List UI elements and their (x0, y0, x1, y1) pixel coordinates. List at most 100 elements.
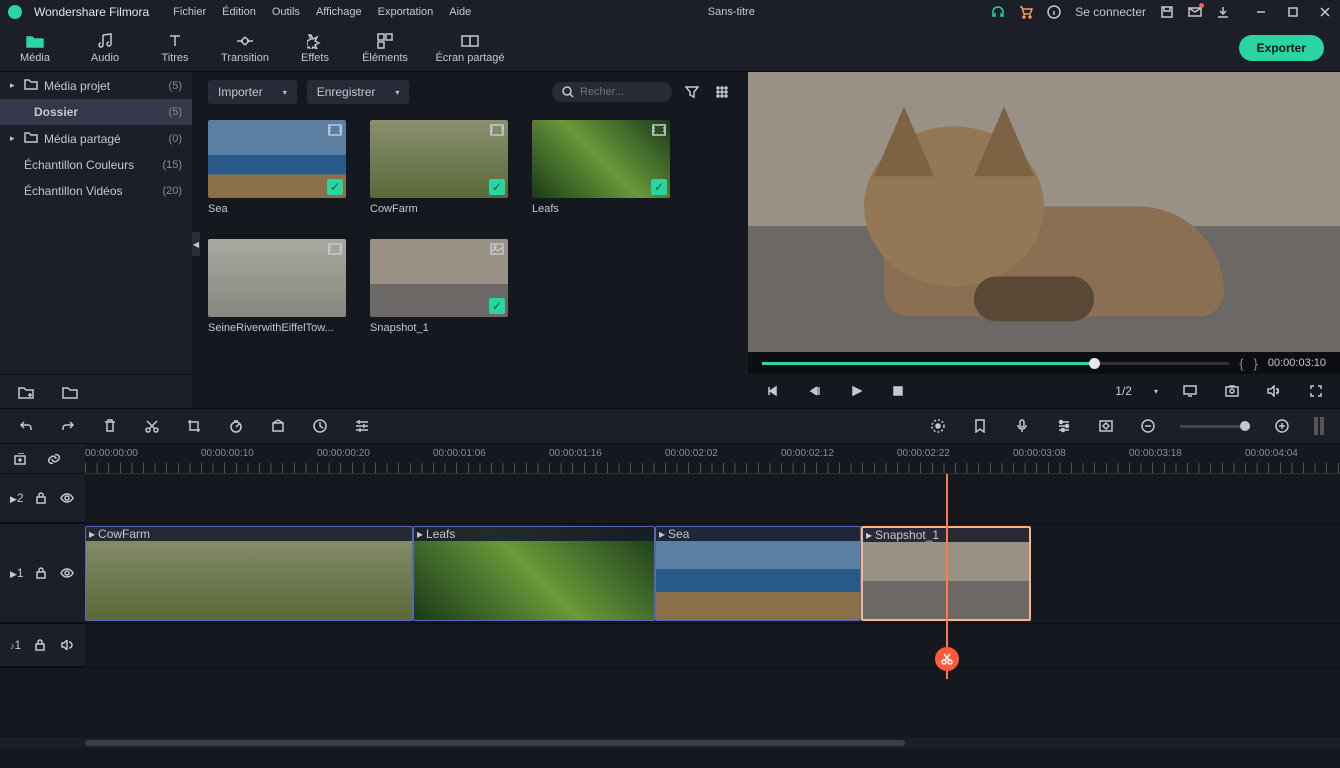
record-dropdown[interactable]: Enregistrer▾ (307, 80, 410, 104)
add-track-icon[interactable] (10, 449, 30, 469)
sidebar-item[interactable]: Échantillon Vidéos(20) (0, 178, 192, 204)
sidebar-item[interactable]: Dossier(5) (0, 99, 192, 125)
redo-button[interactable] (58, 416, 78, 436)
tab-titles[interactable]: Titres (140, 28, 210, 68)
mark-in-icon[interactable]: { (1239, 356, 1243, 371)
cut-button[interactable] (142, 416, 162, 436)
play-reverse-button[interactable] (804, 381, 824, 401)
timeline-clip[interactable]: ▸CowFarm (85, 526, 413, 621)
undo-button[interactable] (16, 416, 36, 436)
voiceover-button[interactable] (1012, 416, 1032, 436)
fullscreen-icon[interactable] (1306, 381, 1326, 401)
delete-button[interactable] (100, 416, 120, 436)
timeline-clip[interactable]: ▸Snapshot_1 (861, 526, 1031, 621)
menu-export[interactable]: Exportation (378, 6, 434, 18)
preview-timecode: 00:00:03:10 (1268, 357, 1326, 369)
sidebar-item[interactable]: ▸Média partagé(0) (0, 125, 192, 152)
menu-view[interactable]: Affichage (316, 6, 362, 18)
lock-icon[interactable] (34, 563, 50, 583)
eye-icon[interactable] (59, 488, 75, 508)
new-folder-icon[interactable] (16, 382, 36, 402)
download-icon[interactable] (1216, 5, 1230, 19)
ruler-tick: 00:00:00:00 (85, 448, 138, 459)
headset-icon[interactable] (991, 5, 1005, 19)
zoom-slider[interactable] (1180, 425, 1250, 428)
link-icon[interactable] (44, 449, 64, 469)
volume-icon[interactable] (1264, 381, 1284, 401)
menu-file[interactable]: Fichier (173, 6, 206, 18)
timeline-ruler[interactable]: 00:00:00:0000:00:00:1000:00:00:2000:00:0… (85, 444, 1340, 474)
preview-viewport[interactable] (748, 72, 1340, 352)
import-dropdown[interactable]: Importer▾ (208, 80, 297, 104)
crop-button[interactable] (184, 416, 204, 436)
filter-icon[interactable] (682, 82, 702, 102)
tab-effects[interactable]: Effets (280, 28, 350, 68)
tab-elements[interactable]: Éléments (350, 28, 420, 68)
tab-transition[interactable]: Transition (210, 28, 280, 68)
cart-icon[interactable] (1019, 5, 1033, 19)
prev-frame-button[interactable] (762, 381, 782, 401)
login-link[interactable]: Se connecter (1075, 5, 1146, 19)
document-title: Sans-titre (483, 6, 979, 18)
media-type-icon (327, 242, 343, 256)
media-item[interactable]: ✓Sea (208, 120, 346, 215)
media-type-icon (489, 123, 505, 137)
video-track-1[interactable]: ▸CowFarm▸Leafs▸Sea▸Snapshot_1 (85, 524, 1340, 623)
media-item[interactable]: SeineRiverwithEiffelTow... (208, 239, 346, 334)
lock-icon[interactable] (31, 635, 48, 655)
lock-icon[interactable] (34, 488, 50, 508)
chevron-down-icon[interactable]: ▾ (1154, 387, 1158, 396)
maximize-button[interactable] (1286, 5, 1300, 19)
media-item[interactable]: ✓Leafs (532, 120, 670, 215)
preview-zoom-ratio[interactable]: 1/2 (1115, 384, 1132, 398)
color-button[interactable] (268, 416, 288, 436)
sidebar-item[interactable]: ▸Média projet(5) (0, 72, 192, 99)
snapshot-icon[interactable] (1222, 381, 1242, 401)
media-type-icon (327, 123, 343, 137)
timeline-clip[interactable]: ▸Leafs (413, 526, 655, 621)
track-video2-label: ▶2 (10, 491, 24, 505)
keyframe-button[interactable] (1096, 416, 1116, 436)
timeline-clip[interactable]: ▸Sea (655, 526, 861, 621)
sidebar-item[interactable]: Échantillon Couleurs(15) (0, 152, 192, 178)
menu-tools[interactable]: Outils (272, 6, 300, 18)
render-button[interactable] (928, 416, 948, 436)
sidebar-collapse[interactable]: ◀ (192, 232, 200, 256)
settings-button[interactable] (352, 416, 372, 436)
menu-edit[interactable]: Édition (222, 6, 256, 18)
zoom-in-button[interactable] (1272, 416, 1292, 436)
media-item[interactable]: ✓CowFarm (370, 120, 508, 215)
zoom-out-button[interactable] (1138, 416, 1158, 436)
mixer-button[interactable] (1054, 416, 1074, 436)
media-item[interactable]: ✓Snapshot_1 (370, 239, 508, 334)
stop-button[interactable] (888, 381, 908, 401)
timeline-scrollbar[interactable] (0, 738, 1340, 748)
info-icon[interactable] (1047, 5, 1061, 19)
folder-icon[interactable] (60, 382, 80, 402)
preview-scrubber[interactable] (762, 362, 1229, 365)
tab-media[interactable]: Média (0, 28, 70, 68)
marker-button[interactable] (970, 416, 990, 436)
duration-button[interactable] (310, 416, 330, 436)
tab-audio[interactable]: Audio (70, 28, 140, 68)
export-button[interactable]: Exporter (1239, 35, 1324, 61)
mail-icon[interactable] (1188, 5, 1202, 19)
speaker-icon[interactable] (58, 635, 75, 655)
menu-help[interactable]: Aide (449, 6, 471, 18)
mark-out-icon[interactable]: } (1254, 356, 1258, 371)
display-settings-icon[interactable] (1180, 381, 1200, 401)
ruler-tick: 00:00:01:06 (433, 448, 486, 459)
play-button[interactable] (846, 381, 866, 401)
minimize-button[interactable] (1254, 5, 1268, 19)
search-input[interactable] (552, 82, 672, 102)
tab-splitscreen[interactable]: Écran partagé (420, 28, 520, 68)
grid-view-icon[interactable] (712, 82, 732, 102)
search-field[interactable] (580, 86, 660, 98)
audio-track-1[interactable] (85, 624, 1340, 667)
zoom-fit-button[interactable] (1314, 417, 1324, 435)
preview-panel: { } 00:00:03:10 1/2 ▾ (748, 72, 1340, 408)
close-button[interactable] (1318, 5, 1332, 19)
save-icon[interactable] (1160, 5, 1174, 19)
eye-icon[interactable] (59, 563, 75, 583)
speed-button[interactable] (226, 416, 246, 436)
